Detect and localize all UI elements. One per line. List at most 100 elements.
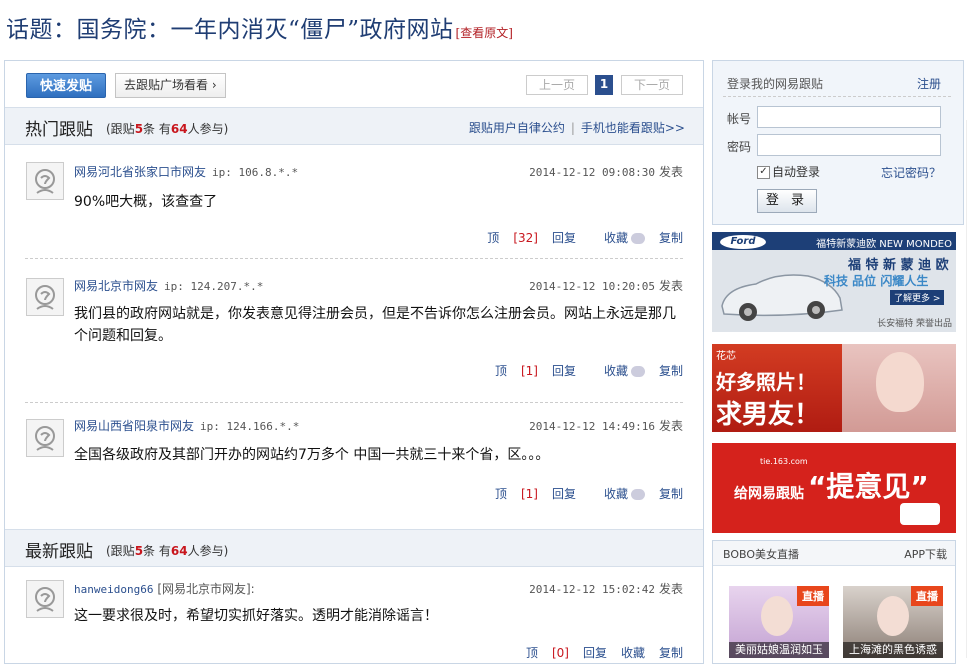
prev-page-button[interactable]: 上一页 <box>526 75 588 95</box>
live-card-caption: 美丽姑娘温润如玉 <box>729 642 829 658</box>
avatar <box>26 162 64 200</box>
feedback-ad-big: “提意见” <box>808 470 929 503</box>
reply-button[interactable]: 回复 <box>552 364 576 378</box>
user-link[interactable]: hanweidong66 <box>74 583 153 596</box>
comment-user: hanweidong66 [网易北京市网友]: <box>74 580 255 597</box>
comment-content: 全国各级政府及其部门开办的网站约7万多个 中国一共就三十来个省，区。。。 <box>74 447 550 463</box>
next-page-button[interactable]: 下一页 <box>621 75 683 95</box>
avatar <box>26 419 64 457</box>
account-label: 帐号 <box>727 112 752 126</box>
vote-button[interactable]: 顶 [32] <box>473 231 538 245</box>
vote-button[interactable]: 顶 [1] <box>481 364 538 378</box>
copy-button[interactable]: 复制 <box>659 487 683 501</box>
toolbar: 快速发贴 去跟贴广场看看 › 上一页 1 下一页 <box>5 61 703 107</box>
ford-logo: Ford <box>720 235 766 249</box>
avatar <box>26 580 64 618</box>
face-icon <box>876 352 924 412</box>
latest-section-title: 最新跟贴 <box>25 542 93 562</box>
comment-item: 网易河北省张家口市网友 ip: 106.8.*.* 2014-12-12 09:0… <box>25 145 683 259</box>
reply-button[interactable]: 回复 <box>552 487 576 501</box>
quick-post-button[interactable]: 快速发贴 <box>26 73 106 98</box>
latest-section-stats: (跟贴5条 有64人参与) <box>106 544 229 558</box>
live-card[interactable]: 直播 美丽姑娘温润如玉 <box>729 586 829 658</box>
password-label: 密码 <box>727 140 752 154</box>
user-link[interactable]: 网易北京市网友 <box>74 279 158 293</box>
login-divider <box>723 96 951 97</box>
photo-ad-text1: 好多照片！ <box>716 370 816 394</box>
vote-button[interactable]: 顶 [1] <box>481 487 538 501</box>
chat-bubble-icon <box>630 366 645 377</box>
user-link[interactable]: 网易河北省张家口市网友 <box>74 165 206 179</box>
comment-content: 我们县的政府网站就是，你发表意见得注册会员，但是不告诉你怎么注册会员。网站上永远… <box>74 306 676 344</box>
page-title-text: 话题：国务院：一年内消灭“僵尸”政府网站 <box>6 17 454 43</box>
comment-item: hanweidong66 [网易北京市网友]: 2014-12-12 15:02… <box>25 567 683 663</box>
mobile-link[interactable]: 手机也能看跟贴>> <box>581 121 685 135</box>
avatar <box>26 278 64 316</box>
photo-ad-text2: 求男友！ <box>716 400 821 430</box>
comment-time: 2014-12-12 09:08:30 发表 <box>529 165 683 179</box>
face-icon <box>761 596 793 636</box>
comment-item: 网易山西省阳泉市网友 ip: 124.166.*.* 2014-12-12 14:… <box>25 403 683 529</box>
bobo-header: BOBO美女直播 APP下载 <box>713 541 955 566</box>
feedback-ad-site: tie.163.com <box>760 457 808 466</box>
current-page: 1 <box>595 75 613 95</box>
comment-content: 90%吧大概，该查查了 <box>74 194 218 210</box>
bobo-title: BOBO美女直播 <box>723 548 800 561</box>
collect-button[interactable]: 收藏 <box>590 487 645 501</box>
ford-ad-banner[interactable]: Ford 福特新蒙迪欧 NEW MONDEO 福 特 新 蒙 迪 欧 科技 品位… <box>712 232 956 332</box>
default-avatar-icon <box>35 587 55 612</box>
feedback-ad-text: 给网易跟贴 <box>734 486 804 502</box>
comment-user: 网易山西省阳泉市网友 ip: 124.166.*.* <box>74 417 299 434</box>
checkbox-checked-icon: ✓ <box>757 166 770 179</box>
user-link[interactable]: 网易山西省阳泉市网友 <box>74 419 194 433</box>
comment-time: 2014-12-12 10:20:05 发表 <box>529 279 683 293</box>
comment-item: 网易北京市网友 ip: 124.207.*.* 2014-12-12 10:20:… <box>25 259 683 403</box>
app-download-link[interactable]: APP下载 <box>904 546 947 562</box>
hot-section-header: 热门跟贴 (跟贴5条 有64人参与) 跟贴用户自律公约 | 手机也能看跟贴>> <box>5 107 703 145</box>
collect-button[interactable]: 收藏 <box>590 231 645 245</box>
password-input[interactable] <box>757 134 941 156</box>
comment-actions: 顶 [0] 回复 收藏 复制 <box>498 644 683 661</box>
live-card[interactable]: 直播 上海滩的黑色诱惑 <box>843 586 943 658</box>
user-location: [网易北京市网友]: <box>157 582 255 596</box>
comment-actions: 顶 [32] 回复 收藏 复制 <box>459 229 683 246</box>
login-title: 登录我的网易跟贴 <box>727 77 824 91</box>
main-panel: 快速发贴 去跟贴广场看看 › 上一页 1 下一页 热门跟贴 (跟贴5条 有64人… <box>4 60 704 664</box>
chat-bubble-icon <box>630 489 645 500</box>
live-badge: 直播 <box>797 586 829 606</box>
live-card-caption: 上海滩的黑色诱惑 <box>843 642 943 658</box>
user-ip: ip: 124.166.*.* <box>200 420 300 433</box>
ford-learn-more-button[interactable]: 了解更多 > <box>890 290 945 305</box>
comment-time: 2014-12-12 14:49:16 发表 <box>529 419 683 433</box>
photo-ad-brand: 花芯 <box>716 351 736 362</box>
auto-login-checkbox[interactable]: ✓ 自动登录 <box>757 163 820 180</box>
rules-link[interactable]: 跟贴用户自律公约 <box>469 121 565 135</box>
collect-button[interactable]: 收藏 <box>590 364 645 378</box>
forgot-password-link[interactable]: 忘记密码？ <box>881 164 941 181</box>
chat-bubble-icon <box>630 233 645 244</box>
face-icon <box>877 596 909 636</box>
ford-ad-tag: 福特新蒙迪欧 NEW MONDEO <box>816 239 952 250</box>
copy-button[interactable]: 复制 <box>659 231 683 245</box>
hot-section-title: 热门跟贴 <box>25 120 93 140</box>
user-ip: ip: 124.207.*.* <box>164 280 264 293</box>
bobo-live-box: BOBO美女直播 APP下载 直播 美丽姑娘温润如玉 直播 上海滩的黑色诱惑 <box>712 540 956 664</box>
photo-ad-banner[interactable]: 花芯 好多照片！ 求男友！ <box>712 344 956 432</box>
login-box: 登录我的网易跟贴 注册 帐号 密码 ✓ 自动登录 忘记密码？ 登 录 <box>712 60 964 225</box>
plaza-button[interactable]: 去跟贴广场看看 › <box>115 73 226 98</box>
copy-button[interactable]: 复制 <box>659 364 683 378</box>
comment-time: 2014-12-12 15:02:42 发表 <box>529 582 683 596</box>
comment-content: 这一要求很及时，希望切实抓好落实。透明才能消除谣言！ <box>74 608 438 624</box>
account-input[interactable] <box>757 106 941 128</box>
comment-actions: 顶 [1] 回复 收藏 复制 <box>467 362 683 379</box>
ford-ad-headline: 福 特 新 蒙 迪 欧 <box>848 258 949 273</box>
user-ip: ip: 106.8.*.* <box>212 166 299 179</box>
page-title: 话题：国务院：一年内消灭“僵尸”政府网站 [查看原文] <box>6 10 513 44</box>
default-avatar-icon <box>35 426 55 451</box>
comment-user: 网易北京市网友 ip: 124.207.*.* <box>74 277 263 294</box>
feedback-ad-banner[interactable]: tie.163.com 给网易跟贴 “提意见” <box>712 443 956 533</box>
reply-button[interactable]: 回复 <box>552 231 576 245</box>
login-button[interactable]: 登 录 <box>757 189 817 213</box>
view-original-link[interactable]: [查看原文] <box>456 26 513 40</box>
register-link[interactable]: 注册 <box>917 75 941 92</box>
